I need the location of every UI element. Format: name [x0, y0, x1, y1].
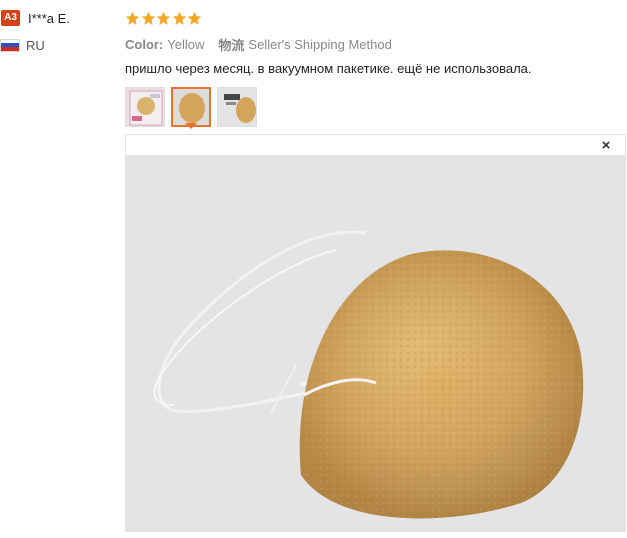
- review-text: пришло через месяц. в вакуумном пакетике…: [125, 61, 532, 76]
- review-photo-thumbnail-1[interactable]: [125, 87, 165, 127]
- buyer-level-badge: A3: [1, 10, 20, 26]
- star-icon: [172, 11, 187, 25]
- package-photo-icon: [126, 88, 164, 126]
- shipping-label: 物流: [218, 37, 245, 53]
- color-label: Color:: [125, 36, 164, 52]
- review-photo-large: [126, 155, 625, 531]
- sponge-with-tag-photo-icon: [218, 88, 256, 126]
- konjac-sponge-photo: [126, 155, 625, 531]
- color-value: Yellow: [167, 36, 205, 52]
- photo-viewer: ×: [125, 134, 626, 532]
- shipping-value: Seller's Shipping Method: [248, 36, 392, 52]
- review-content: Color: Yellow 物流 Seller's Shipping Metho…: [125, 9, 625, 131]
- star-icon: [156, 11, 171, 25]
- active-thumbnail-pointer: [185, 123, 197, 129]
- russia-flag-icon: [0, 38, 20, 52]
- star-rating: [125, 9, 625, 27]
- reviewer-row: A3 I***a E.: [0, 9, 118, 27]
- star-icon: [188, 11, 202, 25]
- review-photo-thumbnail-3[interactable]: [217, 87, 257, 127]
- close-icon[interactable]: ×: [599, 138, 613, 153]
- review-meta: Color: Yellow 物流 Seller's Shipping Metho…: [125, 36, 625, 53]
- star-icon: [141, 11, 155, 25]
- reviewer-name: I***a E.: [28, 10, 70, 26]
- review-photo-thumbnail-2[interactable]: [171, 87, 211, 127]
- country-code: RU: [26, 37, 45, 53]
- star-icon: [125, 11, 140, 25]
- reviewer-country: RU: [0, 37, 118, 53]
- sponge-photo-icon: [173, 89, 209, 125]
- review-thumbnails: [125, 87, 625, 131]
- reviewer-info: A3 I***a E. RU: [0, 9, 118, 53]
